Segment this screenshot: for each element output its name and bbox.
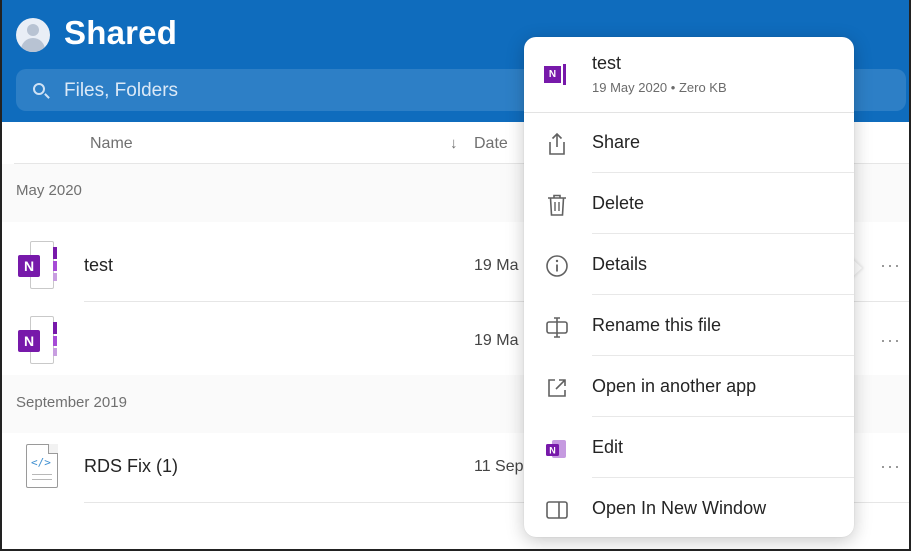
- trash-icon: [544, 192, 570, 218]
- avatar-head: [27, 24, 39, 36]
- new-window-icon: [544, 497, 570, 523]
- section-label: May 2020: [16, 182, 82, 199]
- context-menu: N test 19 May 2020 • Zero KB Share Delet…: [524, 37, 854, 537]
- more-options-icon[interactable]: ···: [880, 255, 901, 276]
- more-options-icon[interactable]: ···: [880, 456, 901, 477]
- menu-file-subtitle: 19 May 2020 • Zero KB: [592, 80, 727, 95]
- search-placeholder: Files, Folders: [64, 80, 179, 101]
- search-icon: [33, 83, 45, 95]
- open-external-icon: [544, 375, 570, 401]
- avatar-body: [21, 38, 45, 52]
- sort-arrow-icon[interactable]: ↓: [450, 135, 458, 152]
- menu-item-delete[interactable]: Delete: [524, 174, 854, 234]
- file-date: 11 Sep: [474, 458, 524, 475]
- menu-item-share[interactable]: Share: [524, 113, 854, 173]
- app-frame: Shared Files, Folders Name ↓ Date May 20…: [0, 0, 911, 551]
- page-title: Shared: [64, 14, 178, 51]
- file-date: 19 Ma: [474, 332, 519, 349]
- column-header-name[interactable]: Name: [90, 135, 133, 153]
- menu-file-header: N test 19 May 2020 • Zero KB: [524, 37, 854, 112]
- more-options-icon[interactable]: ···: [880, 330, 901, 351]
- menu-item-rename[interactable]: Rename this file: [524, 296, 854, 356]
- info-icon: [544, 253, 570, 279]
- menu-item-open-in-new-window[interactable]: Open In New Window: [524, 479, 854, 539]
- onenote-edit-icon: N: [544, 436, 570, 462]
- rename-icon: [544, 314, 570, 340]
- onenote-icon: N: [16, 241, 60, 289]
- menu-item-edit[interactable]: N Edit: [524, 418, 854, 478]
- onenote-icon: N: [544, 63, 570, 87]
- share-icon: [544, 131, 570, 157]
- menu-item-details[interactable]: Details: [524, 235, 854, 295]
- section-label: September 2019: [16, 394, 127, 411]
- onenote-icon: N: [16, 316, 60, 364]
- menu-file-title: test: [592, 53, 622, 73]
- avatar[interactable]: [16, 18, 50, 52]
- column-header-date[interactable]: Date: [474, 135, 508, 153]
- code-file-icon: </>: [26, 444, 58, 488]
- file-name: test: [84, 255, 114, 275]
- file-date: 19 Ma: [474, 257, 519, 274]
- file-name: RDS Fix (1): [84, 456, 178, 476]
- svg-text:N: N: [549, 446, 556, 456]
- menu-item-open-in-another-app[interactable]: Open in another app: [524, 357, 854, 417]
